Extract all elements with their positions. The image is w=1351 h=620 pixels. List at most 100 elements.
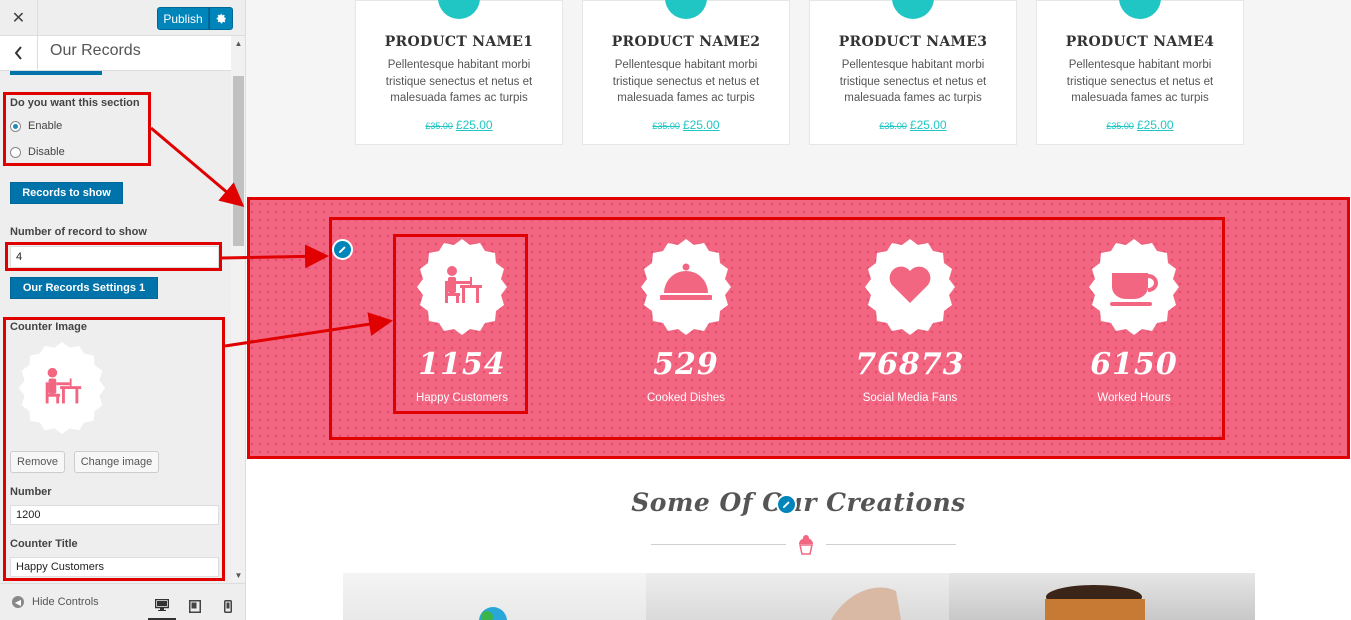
products-section: PRODUCT NAME1 Pellentesque habitant morb…: [246, 0, 1351, 197]
edit-shortcut-button[interactable]: [776, 494, 797, 515]
scroll-up-arrow-icon[interactable]: ▲: [231, 36, 245, 50]
sale-price[interactable]: £25.00: [683, 118, 720, 132]
hide-controls-label: Hide Controls: [32, 596, 99, 608]
customizer-header: ✕ Publish: [0, 0, 245, 36]
heart-icon: [865, 239, 955, 335]
preview-desktop-button[interactable]: [148, 592, 176, 620]
number-input[interactable]: 1200: [10, 505, 219, 525]
chevron-left-icon: [14, 46, 22, 60]
record-title: Worked Hours: [1097, 392, 1171, 404]
records-to-show-button[interactable]: Records to show: [10, 182, 123, 204]
section-header: Our Records: [0, 36, 231, 71]
sale-price[interactable]: £25.00: [456, 118, 493, 132]
hand-photo: [831, 587, 901, 620]
pencil-icon: [782, 501, 790, 509]
scroll-thumb[interactable]: [233, 76, 244, 246]
radio-disable[interactable]: Disable: [10, 146, 65, 158]
records-section: 1154 Happy Customers 529 Cooked Dishes 7…: [248, 200, 1350, 457]
divider-left: [651, 544, 786, 545]
product-card[interactable]: PRODUCT NAME2 Pellentesque habitant morb…: [582, 0, 790, 145]
cloche-icon: [641, 239, 731, 335]
coffee-cup-icon: [1089, 239, 1179, 335]
gallery-image[interactable]: [949, 573, 1255, 620]
radio-disable-input[interactable]: [10, 146, 21, 158]
old-price: £35.00: [1106, 121, 1134, 131]
cupcake-icon: [799, 535, 813, 555]
hide-controls-button[interactable]: ◀ Hide Controls: [12, 596, 99, 608]
product-name: PRODUCT NAME4: [1065, 34, 1215, 50]
sale-price[interactable]: £25.00: [1137, 118, 1174, 132]
product-description: Pellentesque habitant morbi tristique se…: [612, 59, 760, 104]
basket-icon: [438, 0, 480, 19]
record-title: Happy Customers: [415, 392, 509, 404]
record-number: 6150: [1090, 347, 1178, 382]
record-number: 76873: [855, 347, 965, 382]
product-card[interactable]: PRODUCT NAME1 Pellentesque habitant morb…: [355, 0, 563, 145]
remove-image-button[interactable]: Remove: [10, 451, 65, 473]
counter-title-label: Counter Title: [10, 538, 78, 550]
product-description: Pellentesque habitant morbi tristique se…: [385, 59, 533, 104]
preview-mobile-button[interactable]: [214, 592, 242, 620]
old-price: £35.00: [652, 121, 680, 131]
product-name: PRODUCT NAME2: [611, 34, 761, 50]
product-card[interactable]: PRODUCT NAME3 Pellentesque habitant morb…: [809, 0, 1017, 145]
product-price: £35.00 £25.00: [1037, 118, 1243, 132]
counter-image-label: Counter Image: [10, 321, 88, 333]
edit-shortcut-button[interactable]: [332, 239, 353, 260]
number-of-records-label: Number of record to show: [10, 226, 147, 238]
publish-settings-button[interactable]: [209, 7, 233, 30]
close-icon: ✕: [11, 10, 26, 27]
record-number: 529: [653, 347, 719, 382]
old-price: £35.00: [425, 121, 453, 131]
section-toggle-label: Do you want this section: [10, 97, 140, 109]
cupcake-photo: [479, 607, 507, 620]
tablet-icon: [189, 600, 201, 613]
divider-right: [826, 544, 956, 545]
number-label: Number: [10, 486, 52, 498]
product-name: PRODUCT NAME3: [838, 34, 988, 50]
sale-price[interactable]: £25.00: [910, 118, 947, 132]
basket-icon: [892, 0, 934, 19]
close-button[interactable]: ✕: [0, 0, 38, 36]
desktop-icon: [155, 599, 169, 611]
change-image-button[interactable]: Change image: [74, 451, 159, 473]
product-description: Pellentesque habitant morbi tristique se…: [839, 59, 987, 104]
gallery-image[interactable]: [646, 573, 949, 620]
scroll-down-arrow-icon[interactable]: ▼: [231, 568, 245, 582]
site-preview: PRODUCT NAME1 Pellentesque habitant morb…: [246, 0, 1351, 620]
previous-button-edge[interactable]: [10, 71, 102, 75]
product-description: Pellentesque habitant morbi tristique se…: [1066, 59, 1214, 104]
basket-icon: [665, 0, 707, 19]
record-title: Cooked Dishes: [647, 392, 725, 404]
product-price: £35.00 £25.00: [583, 118, 789, 132]
panel-scrollbar[interactable]: ▲ ▼: [231, 36, 245, 582]
product-name: PRODUCT NAME1: [384, 34, 534, 50]
gear-icon: [216, 13, 226, 24]
basket-icon: [1119, 0, 1161, 19]
product-card[interactable]: PRODUCT NAME4 Pellentesque habitant morb…: [1036, 0, 1244, 145]
mobile-icon: [224, 600, 232, 613]
radio-disable-label: Disable: [28, 146, 65, 158]
counter-image-preview: [18, 342, 106, 435]
collapse-arrow-icon: ◀: [12, 596, 24, 608]
radio-enable-input[interactable]: [10, 120, 21, 132]
record-title: Social Media Fans: [862, 392, 958, 404]
gallery-image[interactable]: [343, 573, 646, 620]
publish-button[interactable]: Publish: [157, 7, 209, 30]
product-price: £35.00 £25.00: [356, 118, 562, 132]
back-button[interactable]: [0, 36, 38, 70]
radio-enable-label: Enable: [28, 120, 63, 132]
record-number: 1154: [418, 347, 506, 382]
pencil-icon: [338, 246, 346, 254]
records-settings-button[interactable]: Our Records Settings 1: [10, 277, 158, 299]
diner-icon: [417, 239, 507, 335]
old-price: £35.00: [879, 121, 907, 131]
customizer-footer: ◀ Hide Controls: [0, 583, 245, 620]
radio-enable[interactable]: Enable: [10, 120, 62, 132]
panel-title: Our Records: [50, 42, 141, 59]
preview-tablet-button[interactable]: [181, 592, 209, 620]
counter-title-input[interactable]: Happy Customers: [10, 557, 219, 577]
creations-heading: Some Of Our Creations: [631, 488, 966, 517]
number-of-records-input[interactable]: 4: [10, 246, 219, 268]
customizer-sidebar: ✕ Publish Our Records ▲ ▼ Do you want th…: [0, 0, 246, 620]
